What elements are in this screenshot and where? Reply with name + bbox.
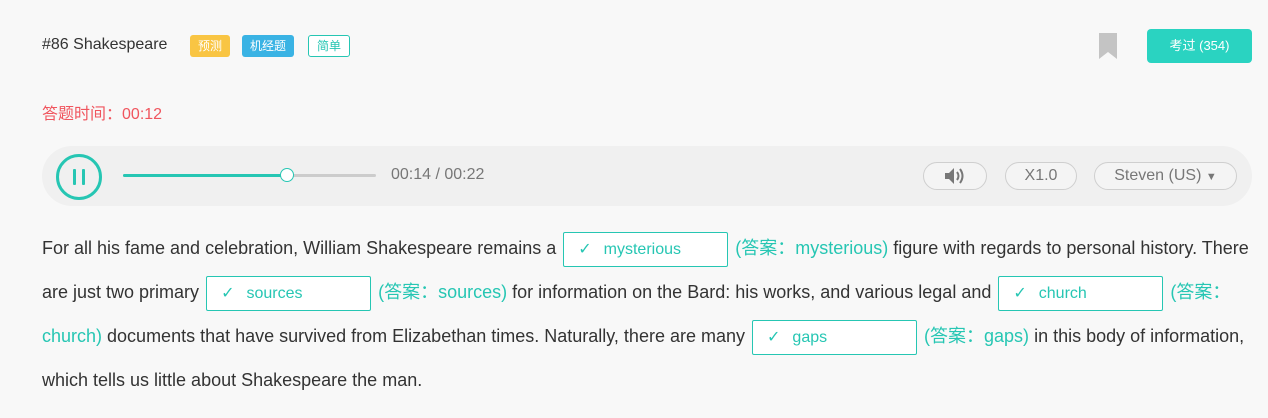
audio-player: 00:14 / 00:22 X1.0 Steven (US) ▼ (42, 146, 1252, 206)
answer-text: (答案：mysterious) (735, 238, 889, 258)
progress-handle[interactable] (280, 168, 295, 182)
check-icon: ✓ (1013, 284, 1027, 302)
pause-icon (82, 169, 85, 185)
answer-text: (答案：gaps) (924, 326, 1030, 346)
blank-input[interactable]: ✓ gaps (752, 319, 918, 355)
passage-text: for information on the Bard: his works, … (507, 282, 992, 302)
voice-select[interactable]: Steven (US) ▼ (1094, 162, 1237, 190)
question-title: #86 Shakespeare (42, 36, 168, 53)
blank-input[interactable]: ✓ mysterious (563, 231, 729, 267)
speed-button[interactable]: X1.0 (1005, 162, 1077, 190)
answer-timer: 答题时间：00:12 (42, 100, 162, 124)
passage-text: For all his fame and celebration, Willia… (42, 238, 557, 258)
progress-fill (123, 174, 288, 177)
bookmark-icon[interactable] (1099, 33, 1117, 59)
volume-button[interactable] (923, 162, 987, 190)
volume-icon (945, 168, 964, 184)
badge-difficulty: 简单 (308, 35, 351, 57)
progress-track[interactable] (123, 168, 376, 182)
blank-value: church (1038, 284, 1087, 302)
pause-button[interactable] (56, 154, 102, 200)
blank-value: mysterious (603, 240, 682, 258)
passage: For all his fame and celebration, Willia… (42, 226, 1257, 402)
caret-down-icon: ▼ (1205, 171, 1217, 183)
check-icon: ✓ (221, 284, 235, 302)
badge-jijing: 机经题 (242, 35, 295, 57)
answer-text: (答案：sources) (378, 282, 508, 302)
badge-predict: 预测 (190, 35, 231, 57)
time-display: 00:14 / 00:22 (391, 166, 485, 183)
passage-text: documents that have survived from Elizab… (102, 326, 745, 346)
blank-value: gaps (792, 328, 828, 346)
check-icon: ✓ (578, 240, 592, 258)
blank-input[interactable]: ✓ church (998, 275, 1164, 311)
voice-label: Steven (US) (1114, 167, 1202, 184)
pause-icon (73, 169, 76, 185)
check-icon: ✓ (767, 328, 781, 346)
done-count-button[interactable]: 考过 (354) (1147, 29, 1252, 63)
blank-input[interactable]: ✓ sources (206, 275, 372, 311)
blank-value: sources (246, 284, 303, 302)
timer-label: 答题时间： (42, 106, 123, 123)
timer-value: 00:12 (122, 106, 163, 123)
